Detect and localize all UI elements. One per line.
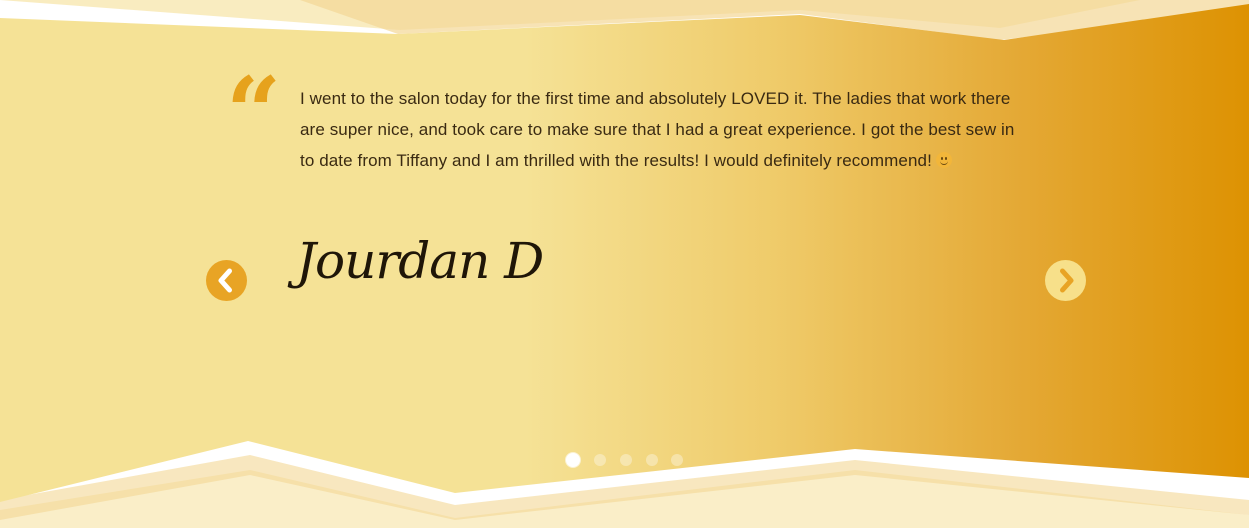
testimonial-text: I went to the salon today for the first … — [300, 83, 1030, 176]
slightly-smiling-face-icon — [935, 152, 952, 168]
carousel-dot-2[interactable] — [594, 454, 606, 466]
next-slide-button[interactable] — [1045, 260, 1086, 301]
chevron-left-icon — [218, 268, 232, 293]
carousel-dot-1[interactable] — [566, 453, 580, 467]
carousel-dot-5[interactable] — [671, 454, 683, 466]
testimonial-section: “ I went to the salon today for the firs… — [0, 0, 1249, 528]
quote-mark-icon: “ — [226, 56, 282, 169]
carousel-dot-3[interactable] — [620, 454, 632, 466]
previous-slide-button[interactable] — [206, 260, 247, 301]
chevron-right-icon — [1060, 268, 1074, 293]
testimonial-body: I went to the salon today for the first … — [300, 89, 1015, 170]
carousel-pagination — [566, 453, 696, 469]
testimonial-author: Jourdan D — [296, 232, 544, 290]
carousel-dot-4[interactable] — [646, 454, 658, 466]
